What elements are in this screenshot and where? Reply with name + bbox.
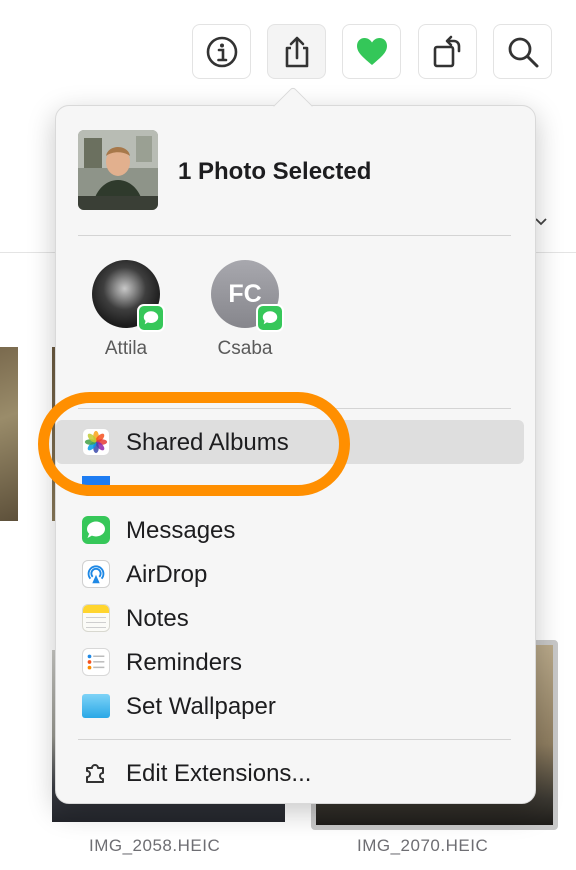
thumbnail-filename: IMG_2070.HEIC — [357, 836, 489, 855]
reminders-icon — [82, 648, 110, 676]
person-name: Csaba — [217, 338, 273, 359]
favorite-button[interactable] — [342, 24, 401, 79]
person-attila[interactable]: Attila — [76, 260, 176, 360]
notes-icon — [82, 604, 110, 632]
highlight-ring — [38, 392, 350, 496]
messages-icon — [82, 516, 110, 544]
menu-item-messages[interactable]: Messages — [78, 508, 524, 552]
menu-item-label: Set Wallpaper — [126, 693, 276, 720]
avatar-initials: FC — [228, 279, 262, 308]
edit-extensions-button[interactable]: Edit Extensions... — [78, 751, 524, 795]
separator — [78, 235, 511, 236]
menu-item-notes[interactable]: Notes — [78, 596, 524, 640]
menu-item-label: Notes — [126, 605, 189, 632]
menu-item-label: Edit Extensions... — [126, 760, 312, 787]
menu-item-reminders[interactable]: Reminders — [78, 640, 524, 684]
separator — [78, 739, 511, 740]
rotate-icon — [433, 35, 460, 67]
person-csaba[interactable]: FC Csaba — [195, 260, 295, 360]
messages-icon — [137, 304, 165, 332]
avatar: FC — [211, 260, 284, 332]
menu-item-label: Messages — [126, 517, 236, 544]
menu-item-label: Reminders — [126, 649, 243, 676]
chevron-down-icon — [535, 218, 547, 226]
person-name: Attila — [104, 338, 148, 359]
messages-icon — [256, 304, 284, 332]
thumbnail-filename: IMG_2058.HEIC — [89, 836, 221, 855]
menu-item-airdrop[interactable]: AirDrop — [78, 552, 524, 596]
selected-photo-thumbnail — [78, 130, 158, 210]
airdrop-icon — [82, 560, 110, 588]
menu-item-label: AirDrop — [126, 561, 208, 588]
popover-arrow — [273, 86, 313, 126]
share-button[interactable] — [267, 24, 326, 79]
rotate-button[interactable] — [418, 24, 477, 79]
popover-title: 1 Photo Selected — [178, 158, 372, 185]
photo-thumbnail[interactable] — [0, 347, 18, 521]
wallpaper-icon — [82, 694, 110, 718]
search-button[interactable] — [493, 24, 552, 79]
heart-icon — [356, 37, 387, 65]
extensions-icon — [86, 764, 104, 783]
search-icon — [508, 37, 538, 67]
menu-item-set-wallpaper[interactable]: Set Wallpaper — [78, 684, 524, 728]
info-button[interactable] — [192, 24, 251, 79]
avatar — [92, 260, 165, 332]
share-icon — [285, 36, 308, 67]
info-icon — [206, 36, 237, 67]
